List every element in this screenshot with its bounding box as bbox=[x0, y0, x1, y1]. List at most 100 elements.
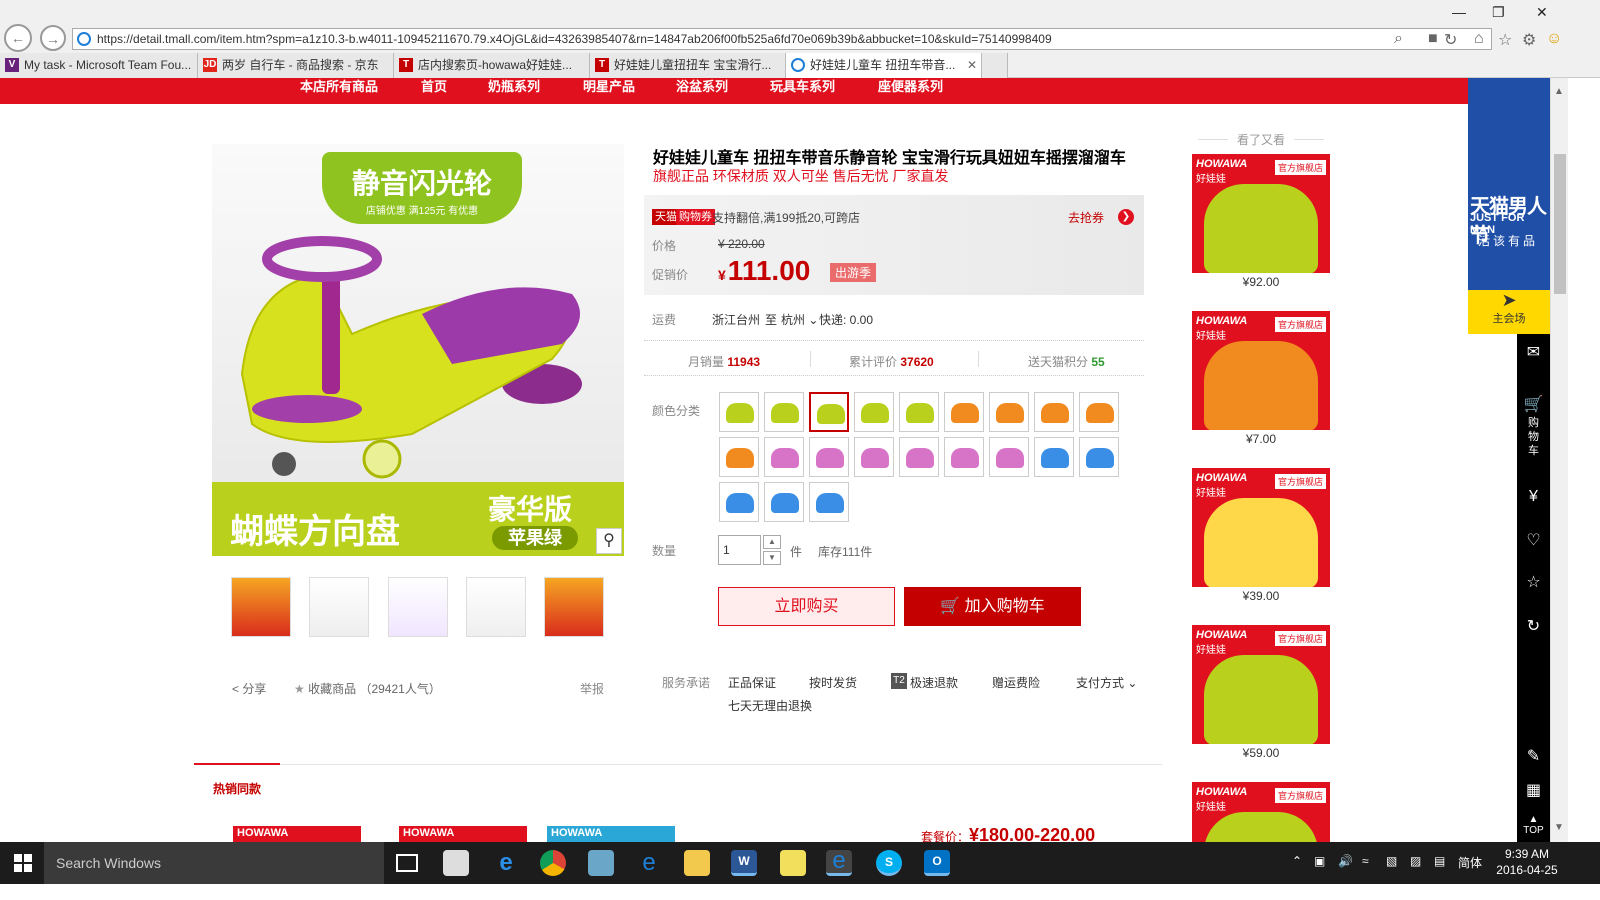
payment-methods[interactable]: 支付方式 ⌄ bbox=[1076, 674, 1137, 691]
windows-search-input[interactable]: Search Windows bbox=[44, 842, 384, 884]
thumbnail-4[interactable] bbox=[466, 577, 526, 637]
thumbnail-1[interactable] bbox=[231, 577, 291, 637]
search-icon[interactable]: ⌕ bbox=[1394, 30, 1403, 48]
service-7day-return[interactable]: 七天无理由退换 bbox=[728, 697, 812, 714]
color-swatch[interactable] bbox=[1034, 437, 1074, 477]
color-swatch[interactable] bbox=[809, 437, 849, 477]
heart-icon[interactable]: ♡ bbox=[1517, 530, 1550, 550]
cart-icon[interactable]: 🛒 bbox=[1517, 394, 1550, 414]
task-view-icon[interactable] bbox=[396, 854, 418, 872]
share-link[interactable]: < 分享 bbox=[232, 680, 266, 697]
address-bar[interactable]: https://detail.tmall.com/item.htm?spm=a1… bbox=[72, 28, 1492, 50]
nav-star-products[interactable]: 明星产品 bbox=[583, 78, 635, 96]
nav-home[interactable]: 首页 bbox=[421, 78, 447, 96]
restore-button[interactable]: ❐ bbox=[1492, 4, 1505, 21]
color-swatch[interactable] bbox=[989, 437, 1029, 477]
service-shipping-insurance[interactable]: 赠运费险 bbox=[992, 674, 1040, 691]
nav-bathtubs[interactable]: 浴盆系列 bbox=[676, 78, 728, 96]
minimize-button[interactable]: — bbox=[1452, 4, 1466, 20]
chrome-icon[interactable] bbox=[540, 850, 566, 876]
scroll-thumb[interactable] bbox=[1554, 154, 1566, 294]
nav-toy-cars[interactable]: 玩具车系列 bbox=[770, 78, 835, 96]
color-swatch[interactable] bbox=[809, 392, 849, 432]
store-icon[interactable] bbox=[443, 850, 469, 876]
buy-now-button[interactable]: 立即购买 bbox=[718, 587, 895, 626]
color-swatch[interactable] bbox=[899, 437, 939, 477]
battery-icon[interactable]: ▧ bbox=[1386, 854, 1397, 868]
qrcode-icon[interactable]: ▦ bbox=[1517, 780, 1550, 800]
add-to-cart-button[interactable]: 🛒 加入购物车 bbox=[904, 587, 1081, 626]
windows-start-icon[interactable] bbox=[14, 854, 32, 872]
quantity-down-button[interactable]: ▼ bbox=[763, 551, 781, 565]
color-swatch[interactable] bbox=[764, 482, 804, 522]
language-indicator[interactable]: 简体 bbox=[1458, 854, 1482, 871]
close-window-button[interactable]: ✕ bbox=[1536, 4, 1548, 21]
color-swatch[interactable] bbox=[944, 392, 984, 432]
zoom-search-icon[interactable]: ⚲ bbox=[596, 528, 622, 554]
get-coupon-link[interactable]: 去抢券 bbox=[1068, 209, 1104, 226]
tab-hot-same[interactable]: 热销同款 bbox=[213, 780, 261, 797]
tray-app-icon[interactable]: ▣ bbox=[1314, 854, 1325, 868]
service-ontime[interactable]: 按时发货 bbox=[809, 674, 857, 691]
star-icon[interactable]: ☆ bbox=[1517, 572, 1550, 592]
thumbnail-5[interactable] bbox=[544, 577, 604, 637]
color-swatch[interactable] bbox=[764, 437, 804, 477]
nav-bottles[interactable]: 奶瓶系列 bbox=[488, 78, 540, 96]
color-swatch[interactable] bbox=[809, 482, 849, 522]
yen-icon[interactable]: ¥ bbox=[1517, 488, 1550, 506]
favorites-star-icon[interactable]: ☆ bbox=[1498, 30, 1512, 50]
color-swatch[interactable] bbox=[854, 437, 894, 477]
tab-jd-search[interactable]: JD 两岁 自行车 - 商品搜索 - 京东 bbox=[198, 53, 394, 78]
skype-icon[interactable]: S bbox=[876, 850, 902, 876]
home-icon[interactable]: ⌂ bbox=[1474, 30, 1484, 48]
page-scrollbar[interactable]: ▲ ▼ bbox=[1550, 78, 1568, 842]
recommend-item[interactable]: HOWAWA 好娃娃 官方旗舰店 ¥39.00 bbox=[1192, 468, 1330, 605]
favorite-link[interactable]: ★ 收藏商品 （29421人气） bbox=[294, 680, 441, 697]
nav-potty[interactable]: 座便器系列 bbox=[878, 78, 943, 96]
service-refund[interactable]: 极速退款 bbox=[910, 674, 958, 691]
sidebar-cart[interactable]: 购物车 bbox=[1517, 416, 1550, 458]
tab-my-task[interactable]: V My task - Microsoft Team Fou... bbox=[0, 53, 198, 78]
color-swatch[interactable] bbox=[719, 437, 759, 477]
chevron-right-icon[interactable]: ❯ bbox=[1118, 209, 1134, 225]
report-link[interactable]: 举报 bbox=[580, 680, 604, 697]
back-to-top[interactable]: ▲ TOP bbox=[1517, 814, 1550, 836]
recommend-item[interactable]: HOWAWA 好娃娃 官方旗舰店 bbox=[1192, 782, 1330, 842]
tab-shop-search[interactable]: T 店内搜索页-howawa好娃娃... bbox=[394, 53, 590, 78]
word-icon[interactable]: W bbox=[731, 850, 757, 876]
tab-product-active[interactable]: 好娃娃儿童车 扭扭车带音... ✕ bbox=[786, 53, 982, 78]
volume-icon[interactable]: 🔊 bbox=[1338, 854, 1353, 868]
color-swatch[interactable] bbox=[764, 392, 804, 432]
ship-to-select[interactable]: 杭州 ⌄ bbox=[781, 311, 818, 328]
quantity-up-button[interactable]: ▲ bbox=[763, 535, 781, 549]
recommend-item[interactable]: HOWAWA 好娃娃 官方旗舰店 ¥92.00 bbox=[1192, 154, 1330, 291]
wifi-icon[interactable]: ≈ bbox=[1362, 854, 1369, 868]
color-swatch[interactable] bbox=[1079, 392, 1119, 432]
thumbnail-3[interactable] bbox=[388, 577, 448, 637]
recommend-item[interactable]: HOWAWA 好娃娃 官方旗舰店 ¥59.00 bbox=[1192, 625, 1330, 762]
ime-icon[interactable]: ▨ bbox=[1410, 854, 1421, 868]
notification-icon[interactable]: ▤ bbox=[1434, 854, 1445, 868]
color-swatch[interactable] bbox=[719, 392, 759, 432]
main-venue-button[interactable]: ➤ 主会场 bbox=[1468, 290, 1550, 334]
mail-icon[interactable]: ✉ bbox=[1517, 342, 1550, 362]
color-swatch[interactable] bbox=[1034, 392, 1074, 432]
thumbnail-2[interactable] bbox=[309, 577, 369, 637]
color-swatch[interactable] bbox=[989, 392, 1029, 432]
history-icon[interactable]: ↻ bbox=[1517, 616, 1550, 636]
color-swatch[interactable] bbox=[719, 482, 759, 522]
gear-icon[interactable]: ⚙ bbox=[1522, 30, 1536, 50]
scroll-up-icon[interactable]: ▲ bbox=[1554, 86, 1564, 97]
color-swatch[interactable] bbox=[1079, 437, 1119, 477]
smiley-icon[interactable]: ☺ bbox=[1546, 30, 1562, 48]
back-button[interactable]: ← bbox=[4, 24, 32, 52]
refresh-icon[interactable]: ↻ bbox=[1444, 30, 1457, 50]
tray-chevron-icon[interactable]: ⌃ bbox=[1292, 854, 1302, 868]
new-tab-button[interactable] bbox=[982, 53, 1008, 78]
system-clock[interactable]: 9:39 AM 2016-04-25 bbox=[1488, 846, 1566, 878]
color-swatch[interactable] bbox=[944, 437, 984, 477]
recommend-item[interactable]: HOWAWA 好娃娃 官方旗舰店 ¥7.00 bbox=[1192, 311, 1330, 448]
edit-icon[interactable]: ✎ bbox=[1517, 746, 1550, 766]
tab-product-1[interactable]: T 好娃娃儿童扭扭车 宝宝滑行... bbox=[590, 53, 786, 78]
forward-button[interactable]: → bbox=[40, 25, 66, 51]
